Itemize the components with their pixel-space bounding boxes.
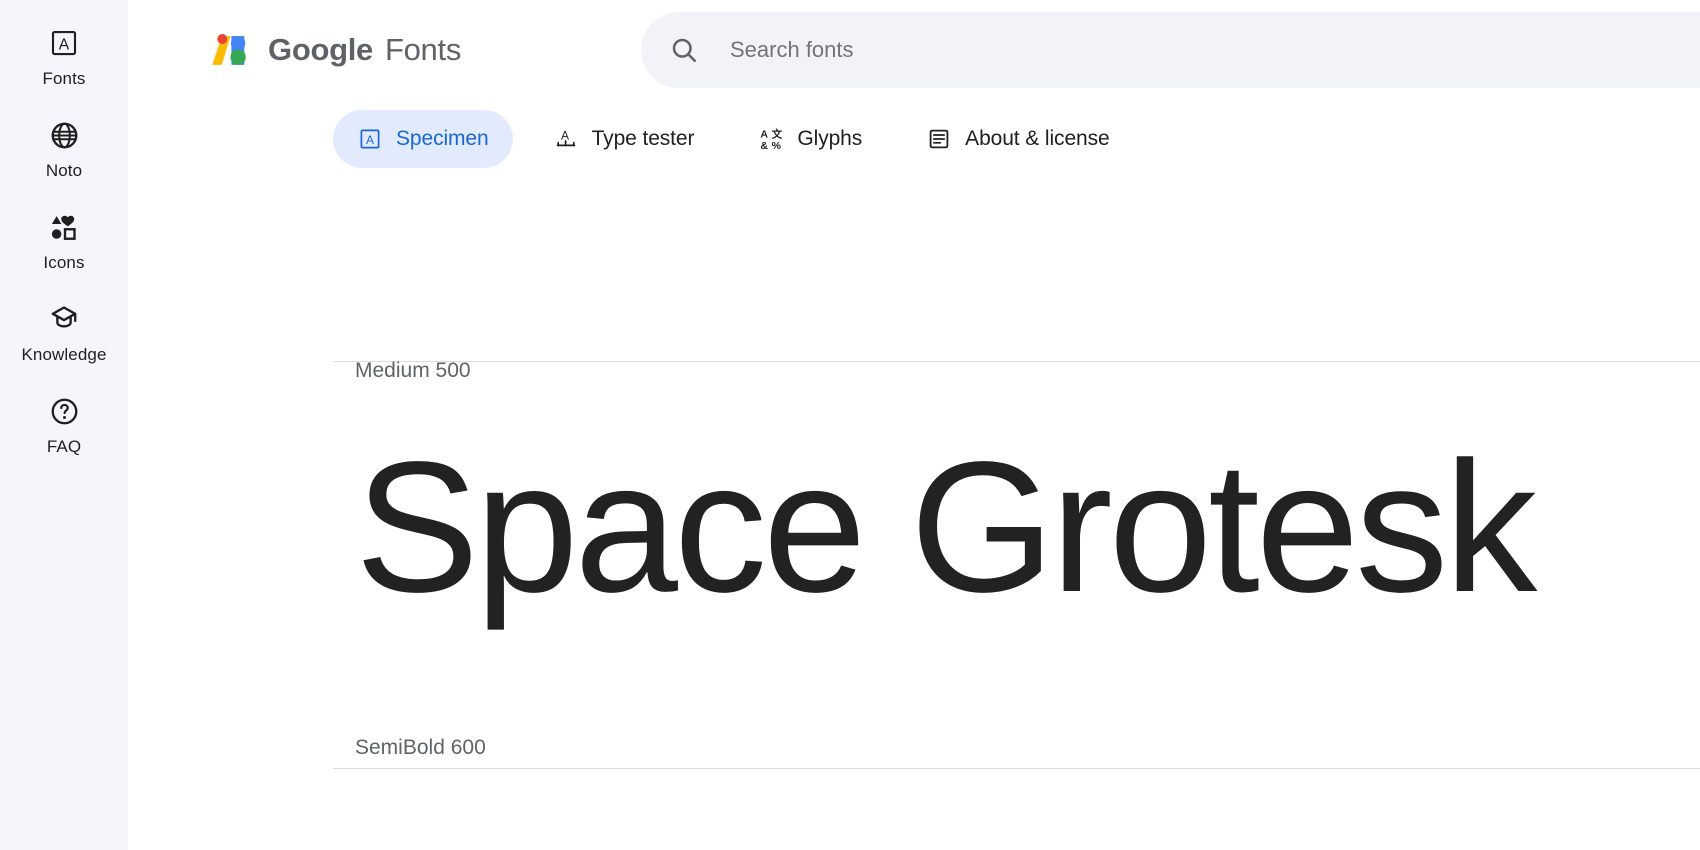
tab-label: Specimen: [396, 127, 489, 150]
search-input[interactable]: [730, 30, 1555, 70]
graduation-cap-icon: [47, 302, 81, 336]
font-specimen-icon: A: [47, 26, 81, 60]
svg-text:%: %: [772, 140, 782, 151]
type-tester-icon: A: [553, 126, 579, 152]
tab-label: Glyphs: [797, 127, 863, 150]
svg-text:&: &: [761, 140, 769, 151]
main-content-area: Space Grotesk Medium 500 Space Grotesk S…: [128, 0, 1700, 850]
google-fonts-app: A Fonts Noto Icons Knowledge FAQ Medium …: [0, 0, 1700, 850]
help-circle-icon: [47, 394, 81, 428]
svg-text:文: 文: [771, 128, 783, 141]
svg-text:A: A: [761, 129, 769, 141]
specimen-divider: [333, 768, 1700, 769]
tab-type-tester[interactable]: A Type tester: [529, 110, 719, 168]
specimen-sample-text: Space Grotesk: [355, 424, 1537, 631]
globe-icon: [47, 118, 81, 152]
google-fonts-logo: [206, 27, 252, 73]
tab-about-license[interactable]: About & license: [902, 110, 1133, 168]
left-nav-rail: A Fonts Noto Icons Knowledge FAQ: [0, 0, 128, 850]
search-icon: [669, 35, 699, 65]
app-header: Google Fonts: [128, 0, 1700, 100]
sidebar-item-label: FAQ: [46, 437, 82, 456]
specimen-sample-block: Space Grotesk: [128, 425, 1700, 630]
tab-specimen[interactable]: A Specimen: [333, 110, 513, 168]
sidebar-item-label: Icons: [43, 253, 85, 272]
glyphs-icon: A 文 & %: [758, 126, 784, 152]
brand-fonts: Fonts: [384, 32, 462, 67]
sidebar-item-knowledge[interactable]: Knowledge: [0, 298, 128, 390]
brand-google: Google: [268, 32, 373, 67]
svg-text:A: A: [366, 133, 374, 147]
svg-text:A: A: [59, 36, 70, 53]
specimen-weight-label: Medium 500: [355, 359, 471, 382]
sidebar-item-label: Noto: [45, 161, 83, 180]
specimen-tab-bar: A Specimen A Type tester A 文 & % Glyphs …: [128, 100, 1700, 178]
shapes-icon: [47, 210, 81, 244]
sidebar-item-label: Knowledge: [21, 345, 107, 364]
sidebar-item-icons[interactable]: Icons: [0, 206, 128, 298]
sidebar-item-label: Fonts: [42, 69, 86, 88]
sidebar-item-faq[interactable]: FAQ: [0, 390, 128, 482]
sidebar-item-fonts[interactable]: A Fonts: [0, 22, 128, 114]
specimen-divider: [333, 361, 1700, 362]
specimen-icon: A: [357, 126, 383, 152]
tab-label: Type tester: [591, 127, 695, 150]
article-icon: [926, 126, 952, 152]
google-fonts-home-link[interactable]: Google Fonts: [206, 0, 461, 100]
specimen-weight-label: SemiBold 600: [355, 736, 486, 759]
brand-wordmark: Google Fonts: [268, 32, 461, 68]
search-bar[interactable]: [641, 12, 1700, 88]
tab-label: About & license: [965, 127, 1110, 150]
sidebar-item-noto[interactable]: Noto: [0, 114, 128, 206]
tab-glyphs[interactable]: A 文 & % Glyphs: [734, 110, 886, 168]
